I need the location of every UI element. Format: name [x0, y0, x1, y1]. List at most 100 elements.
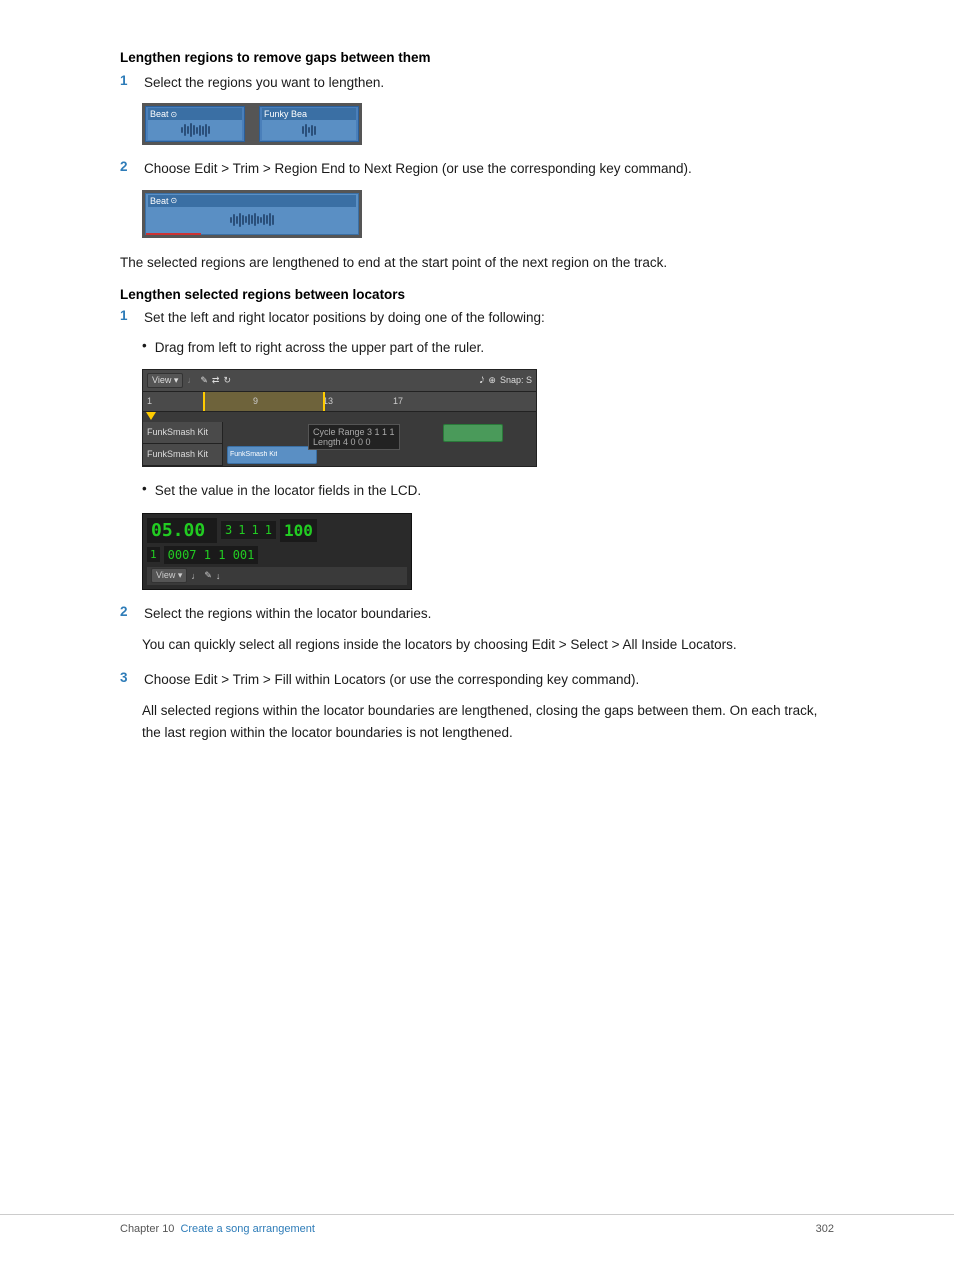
snap-label: Snap: S [500, 375, 532, 385]
bar [254, 213, 256, 226]
step-text-1a: Select the regions you want to lengthen. [144, 73, 384, 93]
arrow-icon: ↻ [223, 375, 231, 386]
heading-2: Lengthen selected regions between locato… [120, 287, 834, 302]
lcd-toolbar: View ▾ ♩ ✎ ↓ [147, 567, 407, 585]
region-2-waveform [262, 120, 356, 140]
view-button[interactable]: View ▾ [147, 373, 183, 388]
lcd-pos-4: 1 [265, 523, 272, 537]
bar [311, 125, 313, 136]
heading-1: Lengthen regions to remove gaps between … [120, 50, 834, 65]
bar [239, 213, 241, 227]
step-text-1b: Set the left and right locator positions… [144, 308, 545, 328]
step-number-2a: 2 [120, 159, 140, 174]
track-label-2: FunkSmash Kit [143, 444, 223, 465]
merged-region: Beat ⊙ [145, 193, 359, 235]
bar [257, 216, 259, 224]
waveform-bars-merged [230, 211, 274, 229]
track-region-label-blue-2: FunkSmash Kit [230, 451, 277, 458]
region-1-name: Beat [150, 109, 169, 119]
page-footer: Chapter 10 Create a song arrangement 302 [0, 1214, 954, 1235]
bar [184, 124, 186, 136]
cycle-length-text: Length 4 0 0 0 [313, 437, 395, 447]
lcd-row-1: 05.00 3 1 1 1 100 [147, 518, 407, 543]
lcd-pos-1: 3 [225, 523, 232, 537]
step-number-3b: 3 [120, 670, 140, 685]
track-label-1: FunkSmash Kit [143, 422, 223, 443]
footer-chapter: Chapter 10 [120, 1223, 174, 1235]
body-text-1: The selected regions are lengthened to e… [120, 252, 834, 274]
merged-region-name: Beat [150, 196, 169, 206]
screenshot-2: Beat ⊙ [142, 190, 834, 238]
bar [236, 216, 238, 224]
bar [314, 126, 316, 135]
step-1a: 1 Select the regions you want to lengthe… [120, 73, 834, 93]
ruler-view: View ▾ ♩ ✎ ⇄ ↻ 𝅘𝅥𝅮 ⊕ Snap: S 1 9 13 17 [142, 369, 537, 467]
bullet-text-2: Set the value in the locator fields in t… [155, 481, 421, 501]
track-content-1: Cycle Range 3 1 1 1 Length 4 0 0 0 [223, 422, 536, 444]
ruler-numbers: 1 9 13 17 [143, 392, 536, 412]
lcd-loc-3: 1 [218, 548, 225, 562]
bar [181, 127, 183, 133]
lcd-pencil-icon: ✎ [204, 570, 212, 581]
lcd-arrow-icon: ↓ [216, 571, 221, 581]
regions-before: Beat ⊙ [142, 103, 362, 145]
bar [208, 126, 210, 134]
step-text-2a: Choose Edit > Trim > Region End to Next … [144, 159, 692, 179]
bar [233, 214, 235, 226]
playhead [146, 412, 156, 420]
step-1b: 1 Set the left and right locator positio… [120, 308, 834, 328]
region-2: Funky Bea [259, 106, 359, 142]
merged-region-header: Beat ⊙ [148, 195, 356, 207]
region-1-icon: ⊙ [171, 110, 178, 119]
right-locator [323, 392, 325, 411]
lcd-music-icon: ♩ [191, 571, 200, 581]
screenshot-3: View ▾ ♩ ✎ ⇄ ↻ 𝅘𝅥𝅮 ⊕ Snap: S 1 9 13 17 [142, 369, 834, 467]
step-2b: 2 Select the regions within the locator … [120, 604, 834, 624]
lcd-bpm: 100 [280, 519, 317, 542]
bar [248, 214, 250, 225]
bar [260, 217, 262, 223]
region-2-header: Funky Bea [262, 108, 356, 120]
body-text-3: All selected regions within the locator … [142, 700, 834, 743]
pencil-icon: ✎ [200, 375, 208, 386]
footer-left: Chapter 10 Create a song arrangement [120, 1223, 315, 1235]
body-text-2: You can quickly select all regions insid… [142, 634, 834, 656]
bar [202, 126, 204, 135]
toolbar-separator: ♩ [187, 375, 196, 385]
merged-waveform [148, 207, 356, 233]
lcd-pos-2: 1 [238, 523, 245, 537]
playhead-row [143, 412, 536, 422]
track-region-green [443, 424, 503, 442]
cycle-range-text: Cycle Range 3 1 1 1 [313, 427, 395, 437]
region-1-header: Beat ⊙ [148, 108, 242, 120]
bullet-dot-2: • [142, 481, 147, 496]
bar [263, 214, 265, 225]
lcd-row-2: 1 0007 1 1 001 [147, 546, 407, 564]
bullet-2: • Set the value in the locator fields in… [142, 481, 834, 501]
ruler-num-17: 17 [393, 396, 403, 406]
length-indicator [146, 233, 201, 235]
footer-link[interactable]: Create a song arrangement [180, 1223, 315, 1235]
track-row-1: FunkSmash Kit Cycle Range 3 1 1 1 Length… [143, 422, 536, 444]
bar [242, 215, 244, 225]
bar [269, 213, 271, 226]
bar [266, 215, 268, 224]
cycle-info: Cycle Range 3 1 1 1 Length 4 0 0 0 [308, 424, 400, 450]
bar [193, 125, 195, 135]
bullet-dot-1: • [142, 338, 147, 353]
region-1-waveform [148, 120, 242, 140]
lcd-pos-3: 1 [251, 523, 258, 537]
ruler-num-9: 9 [253, 396, 258, 406]
lcd-locator: 0007 1 1 001 [164, 546, 259, 564]
lcd-time: 05.00 [147, 518, 217, 543]
bar [205, 124, 207, 137]
step-text-3b: Choose Edit > Trim > Fill within Locator… [144, 670, 639, 690]
step-3b: 3 Choose Edit > Trim > Fill within Locat… [120, 670, 834, 690]
bar [199, 125, 201, 136]
bar [196, 127, 198, 134]
regions-after: Beat ⊙ [142, 190, 362, 238]
screenshot-4: 05.00 3 1 1 1 100 1 0007 1 1 [142, 513, 834, 590]
lcd-view-btn[interactable]: View ▾ [151, 568, 187, 583]
bar [187, 126, 189, 134]
loop-icon: ⇄ [212, 375, 220, 386]
